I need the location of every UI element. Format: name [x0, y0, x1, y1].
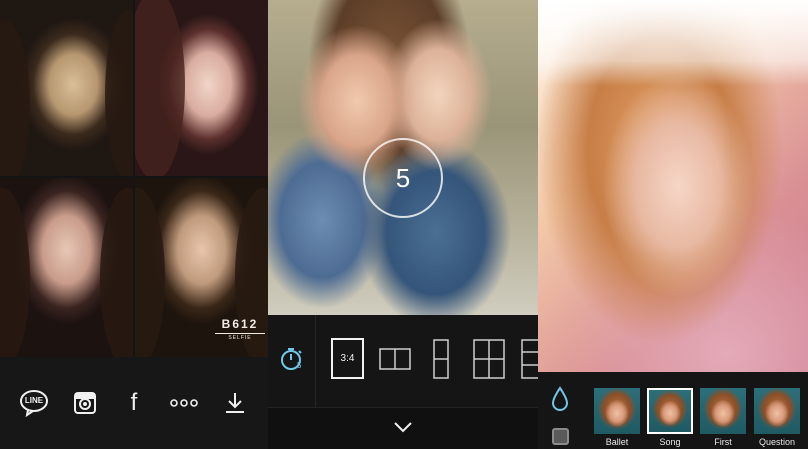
- collage-photo: B612 SELFIE: [0, 0, 268, 357]
- ratio-button[interactable]: 3:4: [331, 338, 364, 379]
- ratio-label: 3:4: [340, 353, 355, 364]
- layout-three-vertical-icon[interactable]: [521, 339, 538, 379]
- filter-label-song: Song: [659, 437, 681, 447]
- chevron-down-icon[interactable]: [393, 420, 413, 434]
- drop-icon[interactable]: [550, 386, 570, 412]
- countdown-circle: 5: [363, 138, 443, 218]
- instagram-share-button[interactable]: [70, 388, 100, 418]
- line-label: LINE: [24, 396, 44, 405]
- filter-thumb-question[interactable]: [754, 388, 800, 434]
- timer-icon: [281, 348, 302, 370]
- timer-value: 5: [297, 361, 302, 370]
- collage-cell-1: [0, 0, 133, 176]
- facebook-icon: f: [130, 389, 138, 416]
- download-button[interactable]: [220, 388, 250, 418]
- filter-label-ballet: Ballet: [605, 437, 629, 447]
- camera-preview[interactable]: 5: [268, 0, 538, 315]
- brand-tagline: SELFIE: [215, 333, 265, 341]
- layout-two-vertical-icon[interactable]: [433, 339, 449, 379]
- collapse-bar: [268, 407, 538, 449]
- share-bar: LINE f: [0, 357, 268, 449]
- layout-two-horizontal-icon[interactable]: [379, 348, 411, 370]
- collage-cell-3: [0, 178, 133, 357]
- brand-watermark: B612 SELFIE: [215, 317, 265, 341]
- timer-button[interactable]: 5: [278, 345, 306, 373]
- brand-name: B612: [221, 317, 259, 331]
- more-icon: [170, 399, 198, 407]
- camera-panel: 5 5 3:4: [268, 0, 538, 449]
- collage-cell-2: [135, 0, 268, 176]
- more-button[interactable]: [169, 388, 199, 418]
- layout-four-grid-icon[interactable]: [473, 339, 505, 379]
- instagram-icon: [74, 392, 96, 414]
- filter-thumb-first[interactable]: [700, 388, 746, 434]
- line-share-button[interactable]: LINE: [19, 388, 49, 418]
- download-icon: [226, 393, 244, 413]
- layout-bar: 5 3:4: [268, 315, 538, 407]
- filter-label-question: Question: [758, 437, 796, 447]
- light-flare: [538, 0, 808, 86]
- countdown-value: 5: [395, 162, 411, 193]
- filter-bar: Ballet Song First Question: [538, 372, 808, 449]
- vignette-toggle[interactable]: [552, 428, 569, 445]
- filter-panel: Ballet Song First Question: [538, 0, 808, 449]
- collage-panel: B612 SELFIE LINE f: [0, 0, 268, 449]
- filter-thumb-ballet[interactable]: [594, 388, 640, 434]
- filter-label-first: First: [714, 437, 732, 447]
- filter-preview-photo: [538, 0, 808, 372]
- facebook-share-button[interactable]: f: [119, 388, 149, 418]
- divider: [315, 315, 316, 407]
- filter-thumb-song[interactable]: [647, 388, 693, 434]
